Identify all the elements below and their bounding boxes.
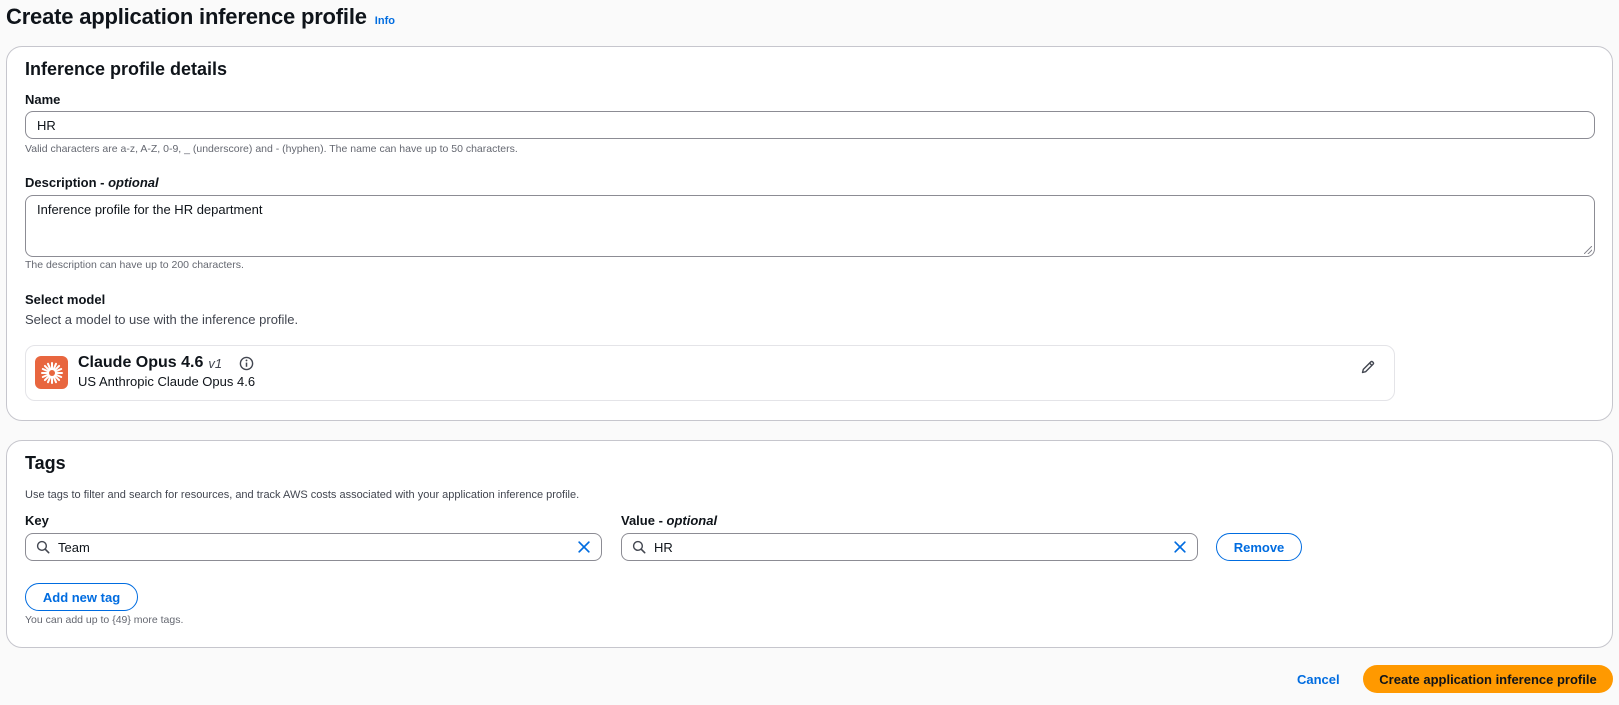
tags-section-title: Tags <box>25 453 66 473</box>
select-model-label: Select model <box>25 292 106 307</box>
tags-description: Use tags to filter and search for resour… <box>25 489 580 501</box>
name-label: Name <box>25 92 61 107</box>
name-hint: Valid characters are a-z, A-Z, 0-9, _ (u… <box>25 143 518 155</box>
inference-profile-details-container: Inference profile details Name HR Valid … <box>6 46 1613 421</box>
resize-grip-icon[interactable] <box>1584 246 1592 254</box>
model-provider-line: US Anthropic Claude Opus 4.6 <box>78 374 256 389</box>
clear-value-icon[interactable] <box>1173 540 1187 554</box>
tag-value-label: Value - optional <box>621 513 718 528</box>
tags-container: Tags Use tags to filter and search for r… <box>6 440 1613 648</box>
tag-value-optional-label: optional <box>666 513 718 528</box>
tag-value-value: HR <box>654 539 673 555</box>
tag-key-input[interactable]: Team <box>25 533 602 561</box>
tag-key-label: Key <box>25 513 49 528</box>
clear-key-icon[interactable] <box>577 540 591 554</box>
cancel-button[interactable]: Cancel <box>1297 672 1340 687</box>
model-name: Claude Opus 4.6 v1 <box>78 354 254 372</box>
selected-model-card[interactable]: Claude Opus 4.6 v1 US Anthropic Claude O… <box>25 345 1395 401</box>
info-link[interactable]: Info <box>375 15 395 27</box>
description-label: Description - optional <box>25 175 159 190</box>
create-inference-profile-button[interactable]: Create application inference profile <box>1363 665 1613 693</box>
details-section-title: Inference profile details <box>25 59 228 79</box>
description-label-text: Description <box>25 175 97 190</box>
pencil-edit-icon[interactable] <box>1360 359 1376 380</box>
anthropic-logo-icon <box>35 356 68 389</box>
model-name-text: Claude Opus 4.6 <box>78 354 204 371</box>
select-model-subtext: Select a model to use with the inference… <box>25 312 299 327</box>
tag-value-input[interactable]: HR <box>621 533 1198 561</box>
tag-limit-hint: You can add up to {49} more tags. <box>25 614 184 626</box>
name-input[interactable]: HR <box>25 111 1595 139</box>
page-title: Create application inference profile <box>6 4 367 29</box>
page-header: Create application inference profile Inf… <box>6 4 395 30</box>
model-version: v1 <box>208 355 223 371</box>
description-optional-label: optional <box>108 175 159 190</box>
info-circle-icon[interactable] <box>239 356 254 371</box>
name-input-value: HR <box>37 117 56 133</box>
tag-key-value: Team <box>58 539 90 555</box>
remove-tag-button[interactable]: Remove <box>1216 533 1302 561</box>
description-hint: The description can have up to 200 chara… <box>25 259 244 271</box>
search-icon <box>36 540 50 554</box>
search-icon <box>632 540 646 554</box>
tag-value-label-text: Value <box>621 513 655 528</box>
add-new-tag-button[interactable]: Add new tag <box>25 583 138 611</box>
description-textarea[interactable]: Inference profile for the HR department <box>25 195 1595 257</box>
description-textarea-value: Inference profile for the HR department <box>37 202 263 217</box>
